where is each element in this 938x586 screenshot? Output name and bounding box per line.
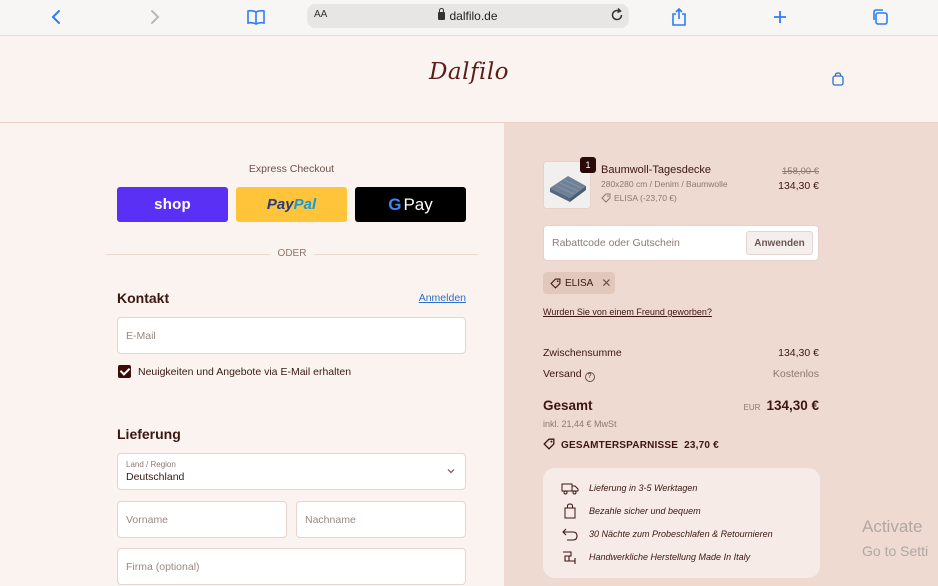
discount-code-input[interactable]	[544, 226, 739, 260]
benefit-item: 30 Nächte zum Probeschlafen & Retournier…	[561, 526, 773, 542]
new-tab-icon[interactable]	[768, 6, 792, 28]
company-field[interactable]	[117, 548, 466, 585]
product-variant: 280x280 cm / Denim / Baumwolle	[601, 179, 728, 189]
product-discount: ELISA (-23,70 €)	[601, 193, 677, 203]
divider-or-text: ODER	[270, 248, 314, 259]
browser-toolbar: AA dalfilo.de	[0, 0, 938, 36]
benefit-text: 30 Nächte zum Probeschlafen & Retournier…	[589, 529, 773, 539]
benefit-text: Bezahle sicher und bequem	[589, 506, 701, 516]
benefit-item: Lieferung in 3-5 Werktagen	[561, 480, 697, 496]
shop-pay-button[interactable]: shop	[117, 187, 228, 222]
watermark-line1: Activate	[862, 517, 923, 536]
watermark-line2: Go to Setti	[862, 543, 929, 559]
product-discount-text: ELISA (-23,70 €)	[614, 193, 677, 203]
total-label: Gesamt	[543, 398, 593, 413]
firstname-field[interactable]	[117, 501, 287, 538]
url-display: dalfilo.de	[307, 8, 629, 23]
contact-heading: Kontakt	[117, 290, 170, 306]
paypal-label-part1: Pay	[266, 196, 294, 213]
total-savings: GESAMTERSPARNISSE 23,70 €	[543, 438, 719, 451]
subtotal-row: Zwischensumme 134,30 €	[543, 347, 819, 359]
chevron-down-icon	[447, 469, 455, 474]
apply-discount-button[interactable]: Anwenden	[746, 231, 813, 255]
tag-icon	[543, 438, 555, 450]
paypal-button[interactable]: Pay Pal	[236, 187, 347, 222]
benefit-text: Handwerkliche Herstellung Made In Italy	[589, 552, 751, 562]
applied-code-chip: ELISA ✕	[543, 272, 615, 294]
benefit-text: Lieferung in 3-5 Werktagen	[589, 483, 698, 493]
applied-code-text: ELISA	[565, 277, 594, 289]
company-input[interactable]	[118, 549, 465, 584]
email-input[interactable]	[118, 318, 465, 353]
lastname-field[interactable]	[296, 501, 466, 538]
shipping-value: Kostenlos	[772, 368, 819, 380]
referral-link[interactable]: Wurden Sie von einem Freund geworben?	[543, 307, 712, 317]
firstname-input[interactable]	[118, 502, 286, 537]
shop-pay-label: shop	[154, 196, 191, 213]
info-icon[interactable]: ?	[584, 372, 595, 382]
lock-icon	[438, 8, 446, 20]
site-header: Dalfilo	[0, 37, 938, 123]
login-link[interactable]: Anmelden	[400, 292, 466, 304]
share-icon[interactable]	[667, 6, 691, 28]
express-checkout-label: Express Checkout	[248, 163, 335, 175]
discount-code-field[interactable]: Anwenden	[543, 225, 819, 261]
tag-icon	[601, 193, 611, 203]
address-bar[interactable]: AA dalfilo.de	[307, 4, 629, 28]
checkout-form: Express Checkout shop Pay Pal G Pay ODER K…	[0, 123, 504, 586]
vat-text: inkl. 21,44 € MwSt	[543, 419, 617, 429]
country-select[interactable]: Land / Region Deutschland	[117, 453, 466, 490]
newsletter-label: Neuigkeiten und Angebote via E-Mail erha…	[138, 366, 352, 378]
total-value: 134,30 €	[766, 398, 819, 413]
tabs-icon[interactable]	[868, 6, 892, 28]
google-pay-button[interactable]: G Pay	[355, 187, 466, 222]
delivery-heading: Lieferung	[117, 426, 181, 442]
shipping-label: Versand	[543, 368, 582, 380]
email-field[interactable]	[117, 317, 466, 354]
tag-icon	[550, 278, 561, 289]
sewing-icon	[563, 551, 576, 564]
back-icon[interactable]	[44, 6, 68, 28]
newsletter-checkbox[interactable]	[118, 365, 131, 378]
forward-icon[interactable]	[143, 6, 167, 28]
brand-logo[interactable]: Dalfilo	[0, 59, 938, 85]
benefits-box: Lieferung in 3-5 Werktagen Bezahle siche…	[543, 468, 820, 578]
remove-code-icon[interactable]: ✕	[601, 276, 611, 290]
country-select-label: Land / Region	[126, 460, 176, 469]
benefit-item: Bezahle sicher und bequem	[561, 503, 701, 519]
subtotal-label: Zwischensumme	[543, 347, 622, 359]
bag-icon	[564, 503, 576, 519]
bookmarks-icon[interactable]	[244, 6, 268, 28]
reload-icon[interactable]	[609, 7, 625, 23]
url-text: dalfilo.de	[449, 9, 498, 23]
product-old-price: 158,00 €	[782, 166, 819, 177]
lastname-input[interactable]	[297, 502, 465, 537]
google-pay-label: Pay	[403, 194, 433, 214]
country-select-value: Deutschland	[126, 471, 185, 483]
return-icon	[562, 528, 578, 541]
paypal-label-part2: Pal	[293, 196, 317, 213]
total-row: Gesamt EUR 134,30 €	[543, 397, 819, 415]
product-name: Baumwoll-Tagesdecke	[601, 164, 712, 176]
product-price: 134,30 €	[778, 180, 819, 192]
truck-icon	[561, 483, 579, 495]
subtotal-value: 134,30 €	[778, 347, 819, 359]
cart-icon[interactable]	[831, 72, 845, 86]
total-currency: EUR	[743, 403, 761, 412]
os-activation-watermark: Activate Go to Setti	[862, 515, 938, 563]
google-g-icon: G	[388, 194, 402, 214]
shipping-row: Versand? Kostenlos	[543, 368, 819, 382]
total-savings-text: GESAMTERSPARNISSE 23,70 €	[561, 440, 719, 451]
benefit-item: Handwerkliche Herstellung Made In Italy	[561, 549, 750, 565]
quantity-badge: 1	[580, 157, 596, 173]
